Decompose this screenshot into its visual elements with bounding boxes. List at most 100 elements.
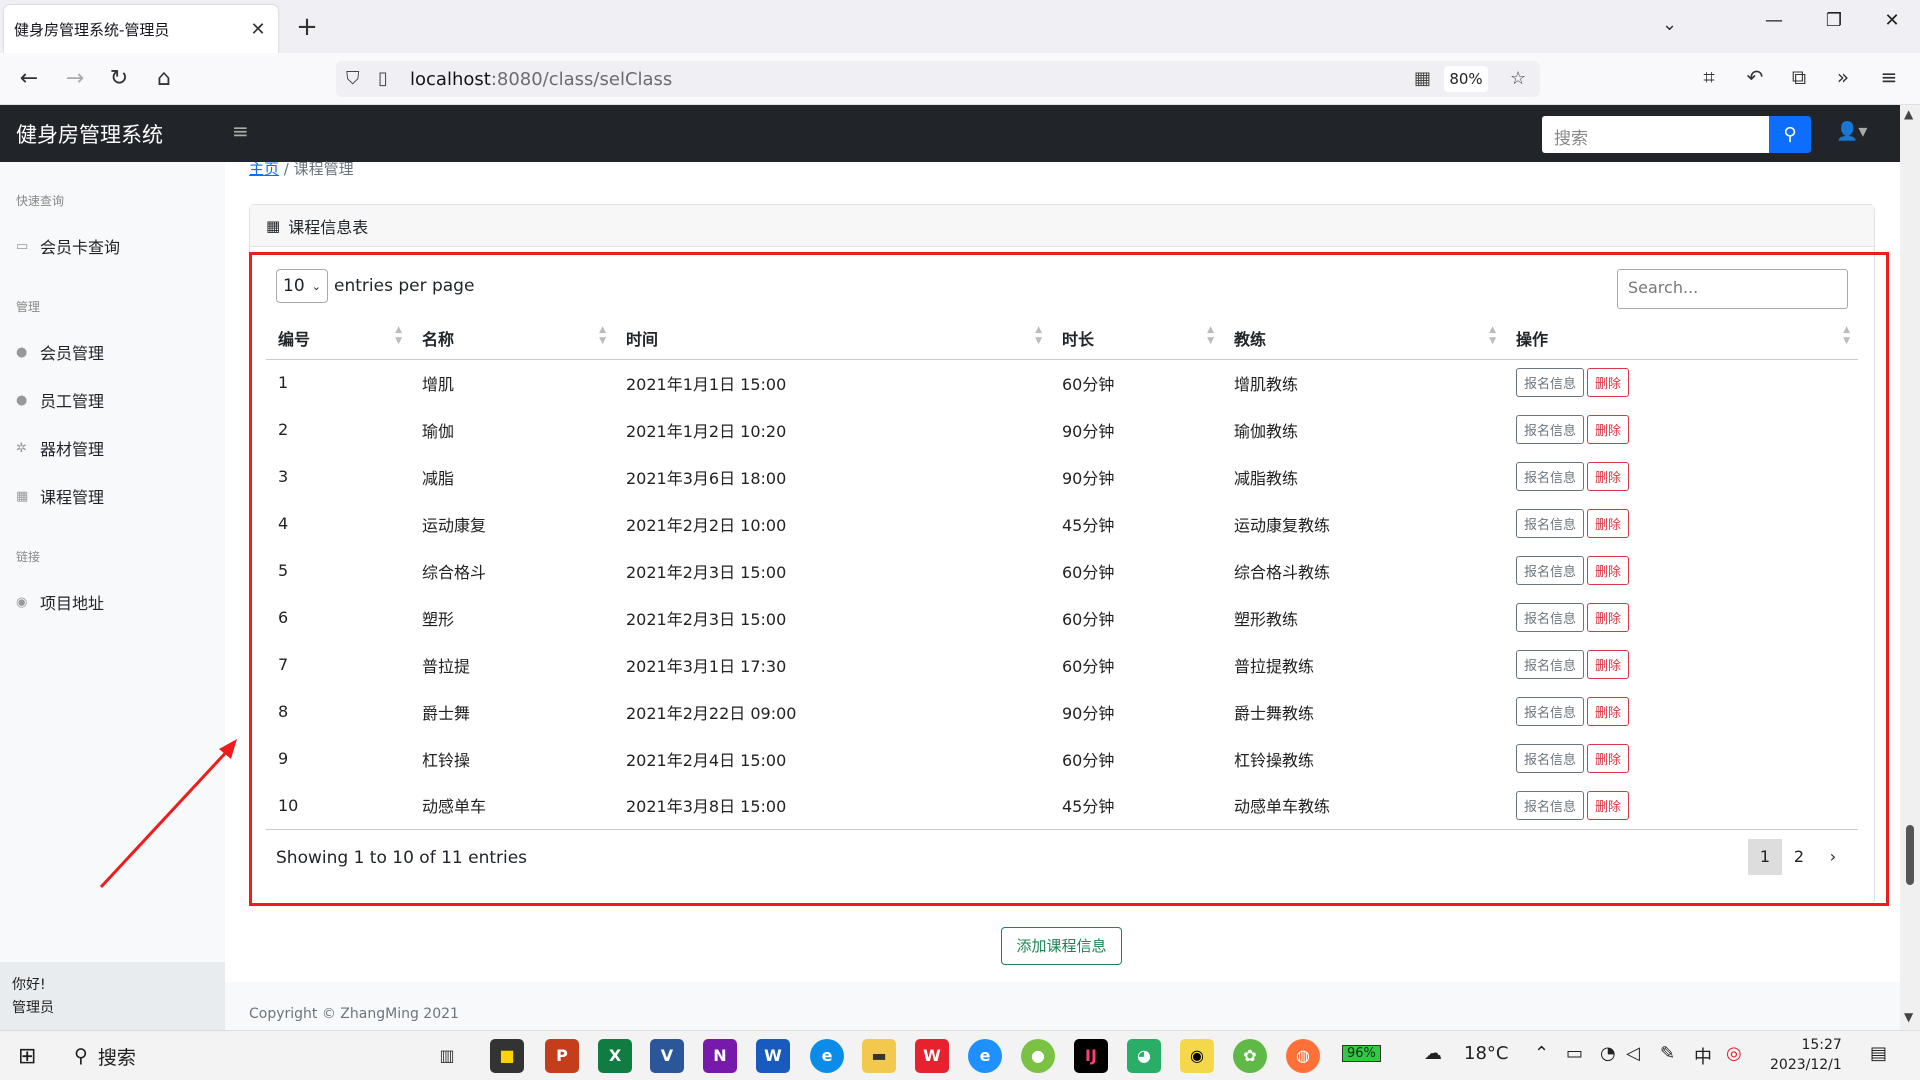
pen-icon[interactable]: ✎ <box>1660 1043 1675 1064</box>
vertical-scrollbar[interactable]: ▲ ▼ <box>1900 105 1920 1030</box>
browser-tab[interactable]: 健身房管理系统-管理员 ✕ <box>4 5 278 53</box>
qr-code-icon[interactable]: ▦ <box>1414 68 1431 89</box>
firefox-icon[interactable]: ◍ <box>1286 1039 1320 1073</box>
weather-temp[interactable]: 18°C <box>1464 1043 1508 1064</box>
delete-button[interactable]: 删除 <box>1587 697 1630 726</box>
back-icon[interactable]: ← <box>14 65 44 93</box>
url-text[interactable]: localhost:8080/class/selClass <box>410 69 672 90</box>
weather-icon[interactable]: ☁ <box>1424 1043 1442 1064</box>
signup-info-button[interactable]: 报名信息 <box>1516 603 1585 632</box>
battery-indicator[interactable]: 96% <box>1342 1045 1381 1062</box>
notes-app-icon[interactable]: ■ <box>490 1039 524 1073</box>
delete-button[interactable]: 删除 <box>1587 462 1630 491</box>
app-icon[interactable]: ● <box>1021 1039 1055 1073</box>
signup-info-button[interactable]: 报名信息 <box>1516 509 1585 538</box>
file-explorer-icon[interactable]: ▬ <box>862 1039 896 1073</box>
scroll-up-icon[interactable]: ▲ <box>1904 107 1913 121</box>
column-header[interactable]: 操作 ▲ ▼ <box>1504 317 1858 360</box>
app-search-input[interactable]: 搜索 <box>1542 116 1769 153</box>
star-icon[interactable]: ☆ <box>1510 68 1526 89</box>
extensions-icon[interactable]: ⧉ <box>1784 65 1814 89</box>
add-course-button[interactable]: 添加课程信息 <box>1001 927 1122 965</box>
minimize-icon[interactable]: — <box>1754 10 1794 31</box>
word-icon[interactable]: W <box>756 1039 790 1073</box>
close-tab-icon[interactable]: ✕ <box>248 19 268 40</box>
signup-info-button[interactable]: 报名信息 <box>1516 368 1585 398</box>
chevron-up-icon[interactable]: ⌃ <box>1534 1043 1549 1064</box>
notification-icon[interactable]: ▤ <box>1870 1043 1887 1064</box>
column-header[interactable]: 编号 ▲ ▼ <box>266 317 410 360</box>
signup-info-button[interactable]: 报名信息 <box>1516 650 1585 679</box>
signup-info-button[interactable]: 报名信息 <box>1516 462 1585 491</box>
column-header[interactable]: 教练 ▲ ▼ <box>1222 317 1504 360</box>
close-window-icon[interactable]: ✕ <box>1872 10 1912 31</box>
signup-info-button[interactable]: 报名信息 <box>1516 556 1585 585</box>
next-page[interactable]: › <box>1816 839 1850 875</box>
signup-info-button[interactable]: 报名信息 <box>1516 790 1585 820</box>
game-icon[interactable]: ✿ <box>1233 1039 1267 1073</box>
taskbar-search[interactable]: ⚲ 搜索 <box>60 1031 340 1080</box>
wifi-icon[interactable]: ◔ <box>1600 1043 1616 1064</box>
column-header[interactable]: 名称 ▲ ▼ <box>410 317 614 360</box>
scroll-down-icon[interactable]: ▼ <box>1904 1010 1913 1024</box>
powerpoint-icon[interactable]: P <box>545 1039 579 1073</box>
sidebar-item-members[interactable]: ● 会员管理 <box>16 340 104 364</box>
visio-icon[interactable]: V <box>650 1039 684 1073</box>
signup-info-button[interactable]: 报名信息 <box>1516 744 1585 773</box>
wps-icon[interactable]: W <box>915 1039 949 1073</box>
user-menu-icon[interactable]: 👤▾ <box>1836 121 1867 142</box>
task-view-icon[interactable]: ▥ <box>430 1039 464 1073</box>
battery-icon[interactable]: ▭ <box>1566 1043 1583 1064</box>
menu-icon[interactable]: ≡ <box>1874 65 1904 89</box>
new-tab-icon[interactable]: + <box>292 12 322 42</box>
delete-button[interactable]: 删除 <box>1587 368 1630 398</box>
sidebar-item-equipment[interactable]: ✲ 器材管理 <box>16 436 104 460</box>
sidebar-item-card-query[interactable]: ▭ 会员卡查询 <box>16 234 120 258</box>
volume-icon[interactable]: ◁ <box>1626 1043 1640 1064</box>
ie-icon[interactable]: e <box>968 1039 1002 1073</box>
delete-button[interactable]: 删除 <box>1587 650 1630 679</box>
scroll-thumb[interactable] <box>1906 825 1914 885</box>
intellij-icon[interactable]: IJ <box>1074 1039 1108 1073</box>
signup-info-button[interactable]: 报名信息 <box>1516 697 1585 726</box>
column-header[interactable]: 时间 ▲ ▼ <box>614 317 1050 360</box>
qq-icon[interactable]: ◉ <box>1180 1039 1214 1073</box>
edge-icon[interactable]: e <box>810 1039 844 1073</box>
sidebar-item-project[interactable]: ◉ 项目地址 <box>16 590 104 614</box>
app-brand[interactable]: 健身房管理系统 <box>16 119 163 149</box>
home-icon[interactable]: ⌂ <box>149 65 179 93</box>
crop-icon[interactable]: ⌗ <box>1694 65 1724 89</box>
shield-icon[interactable]: ⛉ <box>346 68 360 89</box>
page-2[interactable]: 2 <box>1782 839 1816 875</box>
excel-icon[interactable]: X <box>598 1039 632 1073</box>
page-1[interactable]: 1 <box>1748 839 1782 875</box>
page-size-select[interactable]: 10 ⌄ <box>276 269 328 303</box>
url-bar[interactable]: ⛉ ▯ localhost:8080/class/selClass ▦ 80% … <box>336 61 1540 97</box>
chevron-down-icon[interactable]: ⌄ <box>1662 14 1677 35</box>
windows-start-icon[interactable]: ⊞ <box>18 1044 36 1069</box>
forward-icon[interactable]: → <box>60 65 90 93</box>
sidebar-item-staff[interactable]: ● 员工管理 <box>16 388 104 412</box>
column-header[interactable]: 时长 ▲ ▼ <box>1050 317 1222 360</box>
overflow-icon[interactable]: » <box>1828 65 1858 89</box>
breadcrumb-home[interactable]: 主页 <box>249 160 279 178</box>
signup-info-button[interactable]: 报名信息 <box>1516 415 1585 444</box>
sidebar-toggle-icon[interactable]: ≡ <box>232 119 249 143</box>
delete-button[interactable]: 删除 <box>1587 790 1630 820</box>
sidebar-item-courses[interactable]: ▦ 课程管理 <box>16 484 104 508</box>
restore-icon[interactable]: ❐ <box>1814 10 1854 31</box>
table-search-input[interactable]: Search... <box>1617 269 1848 309</box>
undo-icon[interactable]: ↶ <box>1740 65 1770 89</box>
delete-button[interactable]: 删除 <box>1587 509 1630 538</box>
wps-tray-icon[interactable]: ◎ <box>1726 1043 1742 1064</box>
ime-indicator[interactable]: 中 <box>1694 1043 1712 1069</box>
search-icon[interactable]: ⚲ <box>1769 116 1811 153</box>
zoom-level[interactable]: 80% <box>1444 66 1488 92</box>
delete-button[interactable]: 删除 <box>1587 556 1630 585</box>
delete-button[interactable]: 删除 <box>1587 603 1630 632</box>
delete-button[interactable]: 删除 <box>1587 415 1630 444</box>
taskbar-clock[interactable]: 15:27 2023/12/1 <box>1770 1035 1842 1075</box>
onenote-icon[interactable]: N <box>703 1039 737 1073</box>
reload-icon[interactable]: ↻ <box>104 65 134 93</box>
delete-button[interactable]: 删除 <box>1587 744 1630 773</box>
